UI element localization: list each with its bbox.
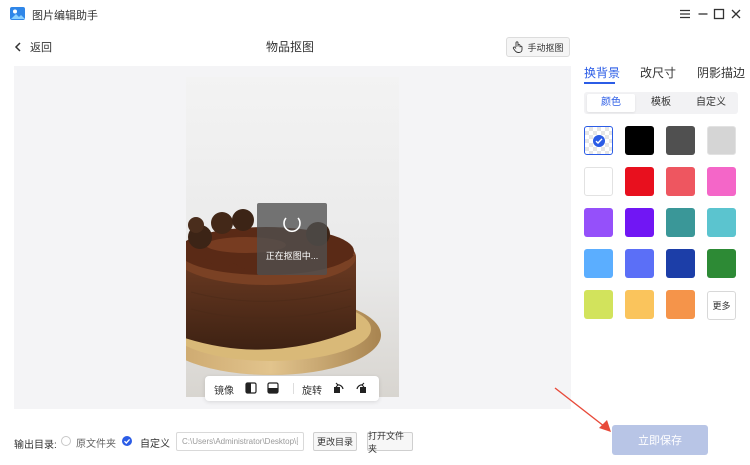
radio-custom-folder[interactable] <box>122 436 132 446</box>
segment-color[interactable]: 颜色 <box>587 94 635 112</box>
maximize-icon[interactable] <box>710 5 728 23</box>
manual-cutout-label: 手动抠图 <box>527 42 564 53</box>
color-swatch[interactable] <box>584 290 613 319</box>
check-circle-icon <box>592 134 605 147</box>
color-swatch[interactable] <box>707 208 736 237</box>
close-icon[interactable] <box>727 5 745 23</box>
title-bar: 图片编辑助手 <box>0 0 750 28</box>
save-now-button[interactable]: 立即保存 <box>612 425 708 455</box>
menu-icon[interactable] <box>676 5 694 23</box>
image-toolbar: 镜像 旋转 <box>205 376 379 401</box>
change-directory-button[interactable]: 更改目录 <box>313 432 357 451</box>
rotate-left-icon[interactable] <box>333 382 345 394</box>
rotate-right-icon[interactable] <box>355 382 367 394</box>
rotate-label: 旋转 <box>302 386 322 397</box>
color-swatch[interactable] <box>584 249 613 278</box>
color-swatch[interactable] <box>666 208 695 237</box>
more-colors-button[interactable]: 更多 <box>707 291 736 320</box>
color-swatch[interactable] <box>584 167 613 196</box>
active-tab-indicator <box>584 82 615 84</box>
color-swatch[interactable] <box>707 167 736 196</box>
mirror-horizontal-icon[interactable] <box>245 382 257 394</box>
chevron-left-icon <box>14 42 21 52</box>
color-swatch[interactable] <box>666 249 695 278</box>
radio-original-folder[interactable] <box>61 436 71 446</box>
hand-pointer-icon <box>513 41 523 53</box>
page-title: 物品抠图 <box>265 40 314 54</box>
color-swatch[interactable] <box>625 290 654 319</box>
image-canvas: 正在抠图中... 镜像 旋转 <box>14 66 571 409</box>
color-swatch[interactable] <box>707 126 736 155</box>
mirror-vertical-icon[interactable] <box>267 382 279 394</box>
color-swatch[interactable] <box>584 208 613 237</box>
tab-shadow-outline[interactable]: 阴影描边 <box>697 64 745 81</box>
original-folder-label: 原文件夹 <box>76 439 116 450</box>
segment-template[interactable]: 模板 <box>637 94 685 112</box>
color-swatch[interactable] <box>666 167 695 196</box>
segment-custom[interactable]: 自定义 <box>687 94 735 112</box>
color-swatch[interactable] <box>625 249 654 278</box>
processing-text: 正在抠图中... <box>265 251 319 261</box>
output-directory-label: 输出目录: <box>14 440 57 451</box>
back-label: 返回 <box>30 42 52 54</box>
swatch-transparent[interactable] <box>584 126 613 155</box>
tab-resize[interactable]: 改尺寸 <box>640 64 676 81</box>
app-title: 图片编辑助手 <box>32 10 98 22</box>
check-icon <box>124 438 131 444</box>
color-swatch[interactable] <box>625 167 654 196</box>
manual-cutout-button[interactable]: 手动抠图 <box>506 37 570 57</box>
color-swatch[interactable] <box>666 126 695 155</box>
output-path-input[interactable] <box>176 432 304 451</box>
color-swatch[interactable] <box>625 208 654 237</box>
mirror-label: 镜像 <box>214 386 234 397</box>
color-swatch[interactable] <box>707 249 736 278</box>
custom-folder-label: 自定义 <box>140 439 170 450</box>
color-swatch[interactable] <box>625 126 654 155</box>
background-type-selector: 颜色 模板 自定义 <box>584 92 738 114</box>
open-folder-button[interactable]: 打开文件夹 <box>367 431 413 454</box>
toolbar-divider <box>293 383 294 394</box>
loading-spinner-icon <box>283 217 301 233</box>
processing-overlay: 正在抠图中... <box>257 203 327 275</box>
tab-change-background[interactable]: 换背景 <box>584 64 620 81</box>
back-button[interactable]: 返回 <box>14 39 52 55</box>
color-swatch[interactable] <box>666 290 695 319</box>
app-logo-icon <box>10 7 25 20</box>
